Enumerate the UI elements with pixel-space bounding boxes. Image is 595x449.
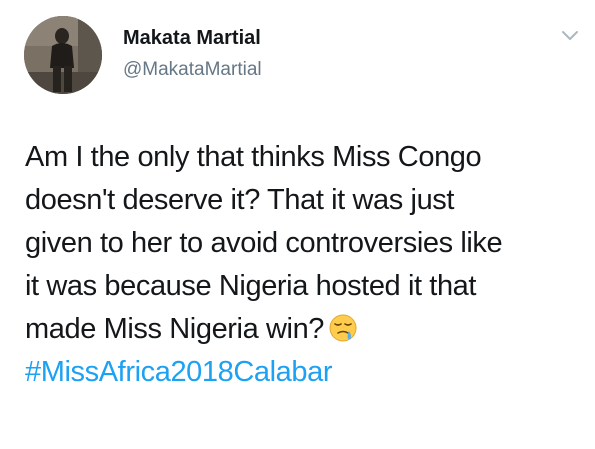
tweet-text: Am I the only that thinks Miss Congo doe…: [25, 136, 585, 394]
avatar[interactable]: [24, 16, 102, 94]
tweet-line: given to her to avoid controversies like: [25, 227, 503, 259]
avatar-photo: [24, 16, 102, 94]
tweet-line-text: made Miss Nigeria win?: [25, 313, 325, 345]
tweet-line: doesn't deserve it? That it was just: [25, 184, 455, 216]
tweet-line: Am I the only that thinks Miss Congo: [25, 141, 482, 173]
tweet-line: it was because Nigeria hosted it that: [25, 270, 477, 302]
tweet-card: Makata Martial @MakataMartial Am I the o…: [0, 0, 595, 449]
chevron-down-icon[interactable]: [557, 24, 583, 46]
hashtag-link[interactable]: #MissAfrica2018Calabar: [25, 351, 585, 394]
username-handle[interactable]: @MakataMartial: [123, 59, 262, 81]
display-name[interactable]: Makata Martial: [123, 27, 261, 50]
tweet-line-with-emoji: made Miss Nigeria win?: [25, 308, 585, 351]
sleepy-face-emoji-icon: [328, 313, 358, 343]
